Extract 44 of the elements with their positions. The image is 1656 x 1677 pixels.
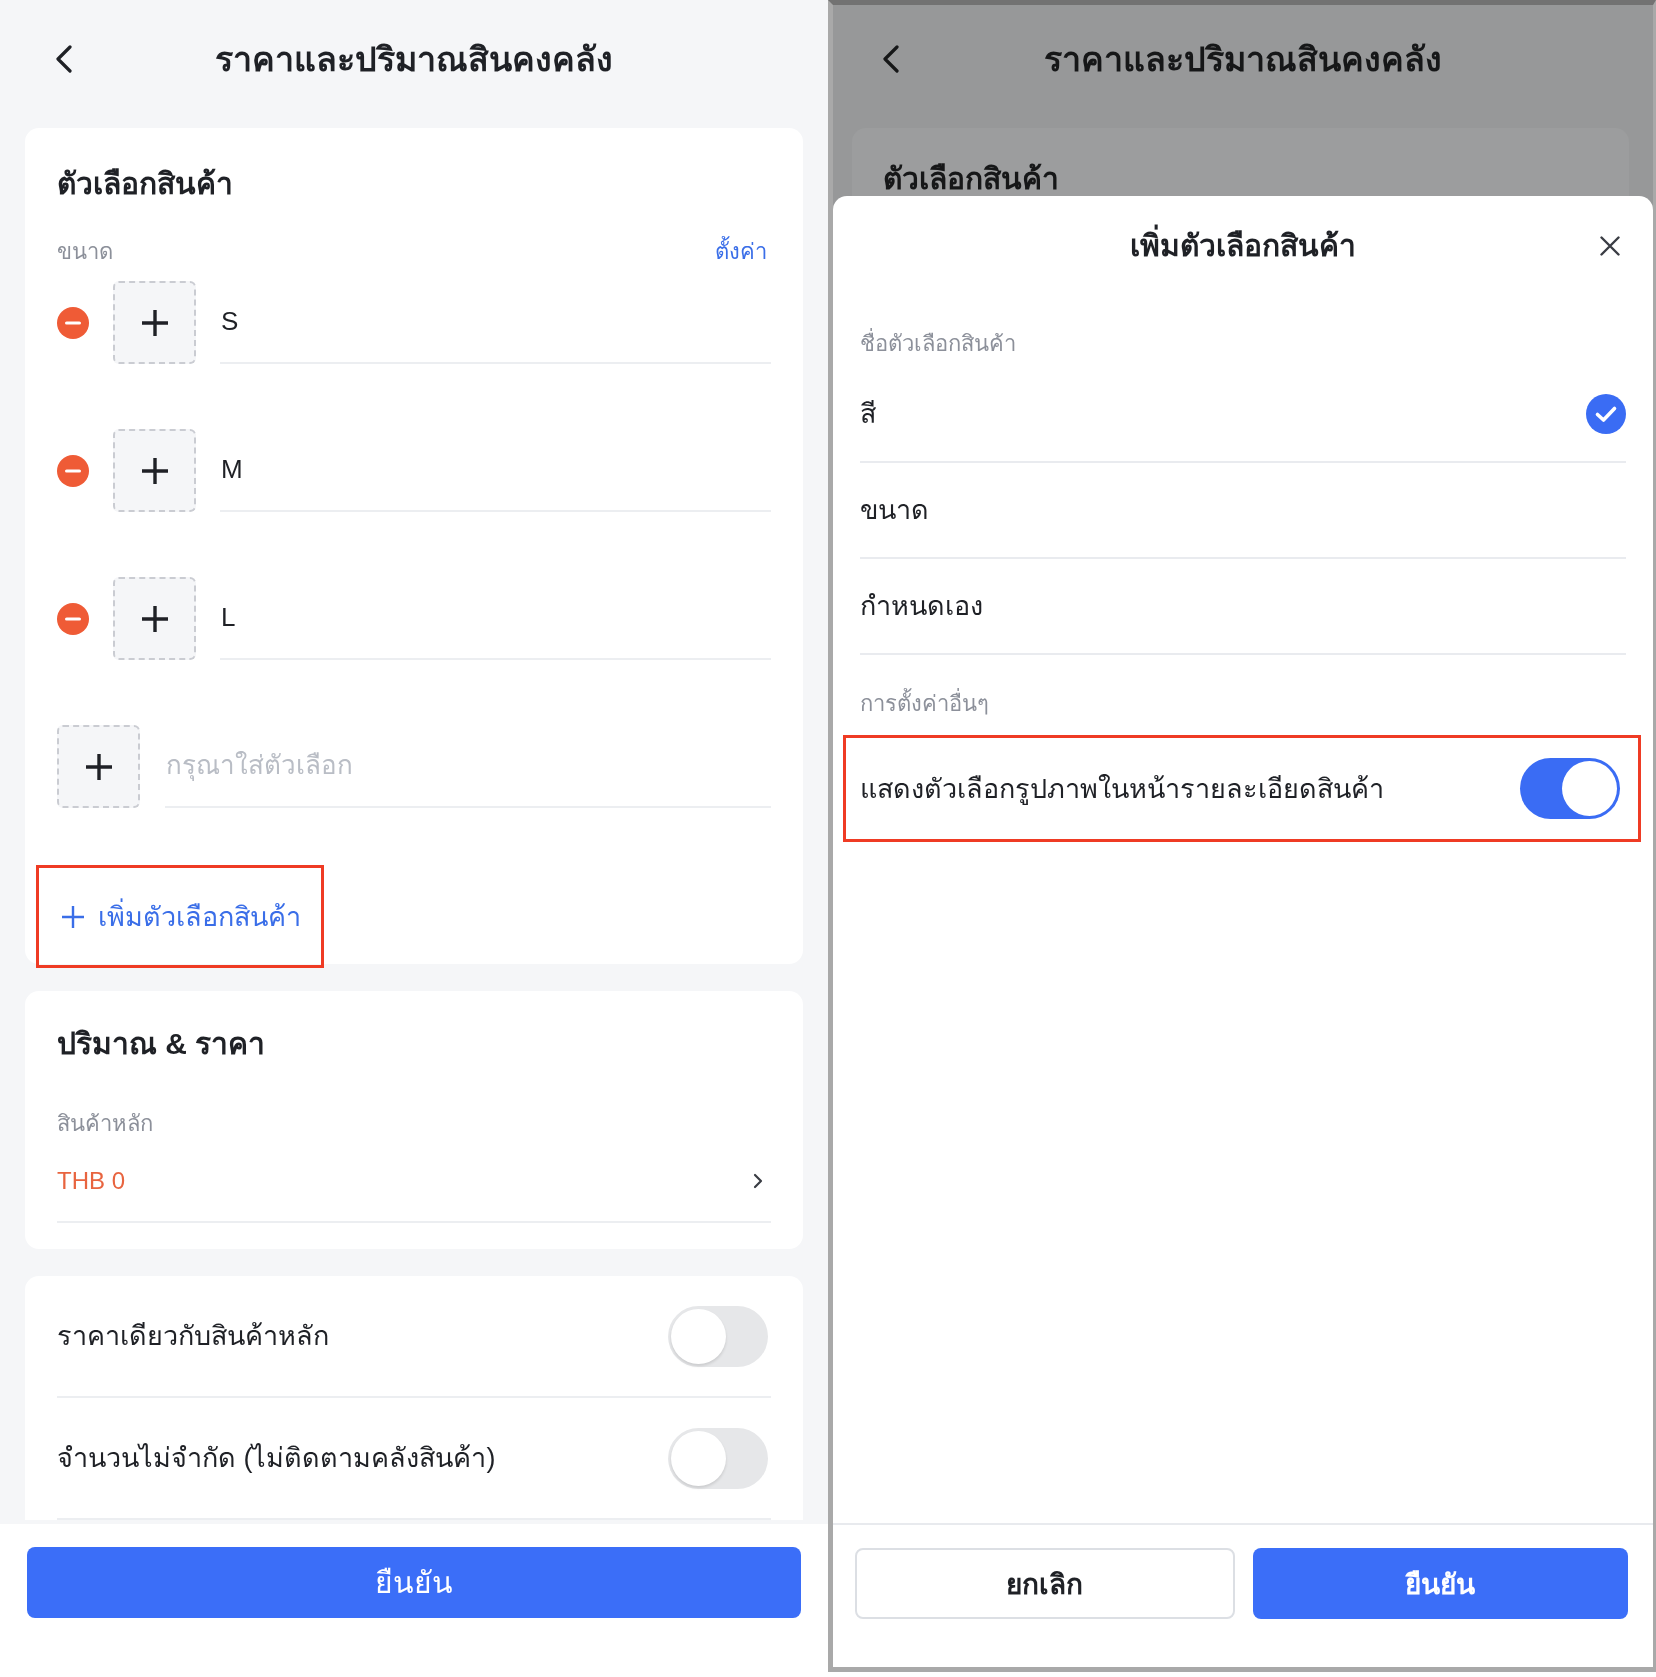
image-upload-button[interactable] (113, 429, 196, 512)
close-icon[interactable] (1600, 236, 1620, 256)
confirm-button[interactable]: ยืนยัน (1252, 1548, 1628, 1619)
confirm-button[interactable]: ยืนยัน (27, 1547, 801, 1618)
plus-icon (141, 309, 168, 336)
remove-icon[interactable] (57, 306, 89, 339)
price-value: THB 0 (57, 1166, 125, 1196)
switch-label: ราคาเดียวกับสินค้าหลัก (57, 1320, 329, 1353)
option-item[interactable]: กำหนดเอง (860, 559, 1626, 655)
page-title: ราคาและปริมาณสินคงคลัง (215, 39, 613, 80)
section-label: การตั้งค่าอื่นๆ (860, 689, 989, 719)
option-input[interactable]: L (220, 577, 771, 660)
remove-icon[interactable] (57, 454, 89, 487)
option-input[interactable]: S (220, 281, 771, 364)
remove-icon[interactable] (57, 602, 89, 635)
section-title: ตัวเลือกสินค้า (57, 166, 233, 202)
option-item[interactable]: ขนาด (860, 463, 1626, 559)
image-upload-button[interactable] (113, 577, 196, 660)
plus-icon (141, 457, 168, 484)
image-upload-button[interactable] (57, 725, 140, 808)
cancel-button[interactable]: ยกเลิก (855, 1548, 1235, 1619)
back-icon[interactable] (55, 45, 73, 73)
option-input[interactable]: กรุณาใส่ตัวเลือก (165, 725, 771, 808)
plus-icon (141, 605, 168, 632)
add-variant-link[interactable]: เพิ่มตัวเลือกสินค้า (62, 898, 301, 935)
image-upload-button[interactable] (113, 281, 196, 364)
field-label: สินค้าหลัก (57, 1110, 153, 1138)
back-icon (882, 45, 900, 73)
section-title: ปริมาณ & ราคา (57, 1026, 266, 1062)
switch-label: จำนวนไม่จำกัด (ไม่ติดตามคลังสินค้า) (57, 1442, 496, 1475)
switch-label: แสดงตัวเลือกรูปภาพในหน้ารายละเอียดสินค้า (860, 772, 1384, 807)
option-input[interactable]: M (220, 429, 771, 512)
chevron-right-icon[interactable] (753, 1173, 763, 1189)
section-title: ตัวเลือกสินค้า (883, 162, 1059, 196)
toggle-switch[interactable] (1520, 758, 1620, 819)
option-item[interactable]: สี (860, 367, 1626, 463)
settings-link[interactable]: ตั้งค่า (715, 237, 767, 267)
sheet-title: เพิ่มตัวเลือกสินค้า (1130, 226, 1356, 266)
check-icon (1586, 394, 1626, 434)
field-label: ชื่อตัวเลือกสินค้า (860, 329, 1016, 359)
plus-icon (62, 905, 84, 928)
page-title: ราคาและปริมาณสินคงคลัง (1044, 39, 1442, 80)
field-label: ขนาด (57, 238, 113, 266)
plus-icon (85, 753, 112, 780)
